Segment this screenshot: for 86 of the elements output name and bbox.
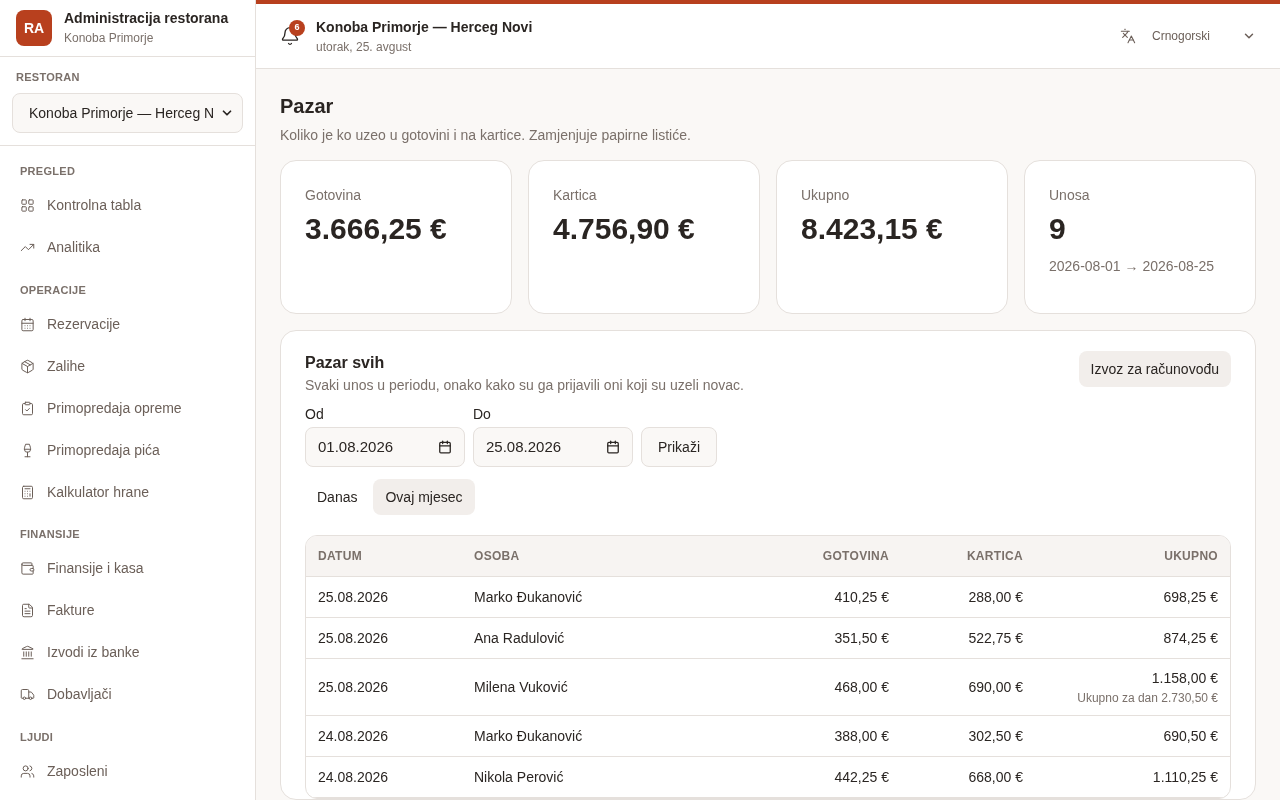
date-field[interactable]: 01.08.2026: [305, 427, 465, 467]
nav-item[interactable]: Rezervacije: [20, 303, 235, 345]
table-cell-text: 25.08.2026: [318, 677, 390, 697]
table-cell-text: 25.08.2026: [318, 587, 390, 607]
show-button[interactable]: Prikaži: [641, 427, 717, 467]
table-cell-text: Ana Radulović: [474, 628, 566, 648]
app-title: Administracija restorana: [64, 9, 229, 29]
section-label: FINANSIJE: [20, 527, 81, 542]
table-cell-text: 288,00 €: [967, 587, 1023, 607]
truck-icon: [20, 687, 35, 702]
notification-count: 6: [289, 20, 305, 36]
header-date: utorak, 25. avgust: [316, 38, 413, 56]
calendar-icon: [438, 440, 452, 454]
notification-bell-icon[interactable]: [280, 26, 300, 46]
table-cell-text: 24.08.2026: [318, 767, 390, 787]
column-header: GOTOVINA: [821, 548, 889, 565]
panel-title: Pazar svih: [305, 353, 386, 373]
table-cell-text: 1.158,00 €: [1151, 668, 1218, 688]
users-icon: [20, 763, 35, 779]
nav-item[interactable]: Primopredaja pića: [20, 429, 235, 471]
column-header: KARTICA: [965, 548, 1023, 565]
table-cell-text: Marko Đukanović: [474, 726, 584, 746]
language-select[interactable]: Crnogorski: [1151, 27, 1256, 45]
box-icon: [20, 358, 35, 374]
nav-item[interactable]: Zalihe: [20, 345, 235, 387]
table-cell-text: 410,25 €: [833, 587, 889, 607]
clipboard-icon: [20, 400, 35, 416]
stat-card: Gotovina 3.666,25 €: [280, 160, 512, 314]
header-title: Konoba Primorje — Herceg Novi: [316, 17, 533, 37]
stat-card: Kartica 4.756,90 €: [528, 160, 760, 314]
table-cell-text: 24.08.2026: [318, 726, 390, 746]
table-cell-text: 668,00 €: [967, 767, 1023, 787]
table-cell-text: 690,50 €: [1162, 726, 1218, 746]
table-cell-text: 302,50 €: [967, 726, 1023, 746]
table-cell-text: 388,00 €: [833, 726, 889, 746]
calendar-icon: [606, 440, 620, 454]
period-filter[interactable]: Ovaj mjesec: [373, 479, 475, 515]
table-cell-text: 468,00 €: [833, 677, 889, 697]
grid-icon: [20, 198, 35, 213]
nav-item[interactable]: Analitika: [20, 226, 235, 269]
table-cell-text: 874,25 €: [1162, 628, 1218, 648]
nav-item[interactable]: Kalkulator hrane: [20, 471, 235, 513]
wallet-icon: [20, 561, 35, 576]
column-header: UKUPNO: [1163, 548, 1218, 565]
table-cell-text: Milena Vuković: [474, 677, 569, 697]
nav-item[interactable]: Primopredaja opreme: [20, 387, 235, 429]
export-button[interactable]: Izvoz za računovođu: [1078, 351, 1231, 387]
nav-item[interactable]: Finansije i kasa: [20, 547, 235, 590]
table-cell-text: Marko Đukanović: [474, 587, 584, 607]
panel-subtitle: Svaki unos u periodu, onako kako su ga prijavili oni koji su uzeli novac.: [305, 376, 744, 395]
nav-item[interactable]: Fakture: [20, 589, 235, 632]
calendar-icon: [20, 316, 35, 332]
table-cell-text: 522,75 €: [967, 628, 1023, 648]
date-field[interactable]: 25.08.2026: [473, 427, 633, 467]
day-total: Ukupno za dan 2.730,50 €: [1077, 689, 1218, 707]
bank-icon: [20, 645, 35, 660]
stat-card: Unosa 9 2026-08-01 → 2026-08-25: [1024, 160, 1256, 314]
table-cell-text: Nikola Perović: [474, 767, 565, 787]
table-cell-text: 1.110,25 €: [1151, 767, 1218, 787]
section-label: LJUDI: [20, 729, 55, 745]
translate-icon: [1119, 28, 1136, 44]
page-title: Pazar: [280, 94, 335, 119]
nav-item[interactable]: Izvodi iz banke: [20, 631, 235, 674]
section-label: PREGLED: [20, 164, 77, 179]
stat-card: Ukupno 8.423,15 €: [776, 160, 1008, 314]
app-subtitle: Konoba Primorje: [64, 30, 155, 48]
column-header: OSOBA: [474, 548, 521, 565]
period-filter[interactable]: Danas: [305, 479, 370, 515]
table-cell-text: 25.08.2026: [318, 628, 390, 648]
section-label: OPERACIJE: [20, 282, 88, 298]
app-logo: RA: [16, 9, 52, 46]
nav-item[interactable]: Dobavljači: [20, 673, 235, 716]
field-label: Od: [305, 405, 325, 424]
table-cell-text: 690,00 €: [967, 677, 1023, 697]
table-cell-text: 698,25 €: [1162, 587, 1218, 607]
restaurant-select[interactable]: Konoba Primorje — Herceg N: [12, 93, 243, 133]
column-header: DATUM: [318, 548, 363, 565]
nav-item[interactable]: Kontrolna tabla: [20, 184, 235, 227]
table-cell-text: 351,50 €: [833, 628, 889, 648]
field-label: Do: [473, 405, 492, 424]
table-cell-text: 442,25 €: [833, 767, 889, 787]
calculator-icon: [20, 484, 35, 500]
page-subtitle: Koliko je ko uzeo u gotovini i na kartice. Zamjenjuje papirne listiće.: [280, 126, 692, 145]
section-label: RESTORAN: [15, 69, 81, 85]
nav-item[interactable]: Zaposleni: [20, 750, 235, 792]
document-icon: [20, 603, 35, 618]
